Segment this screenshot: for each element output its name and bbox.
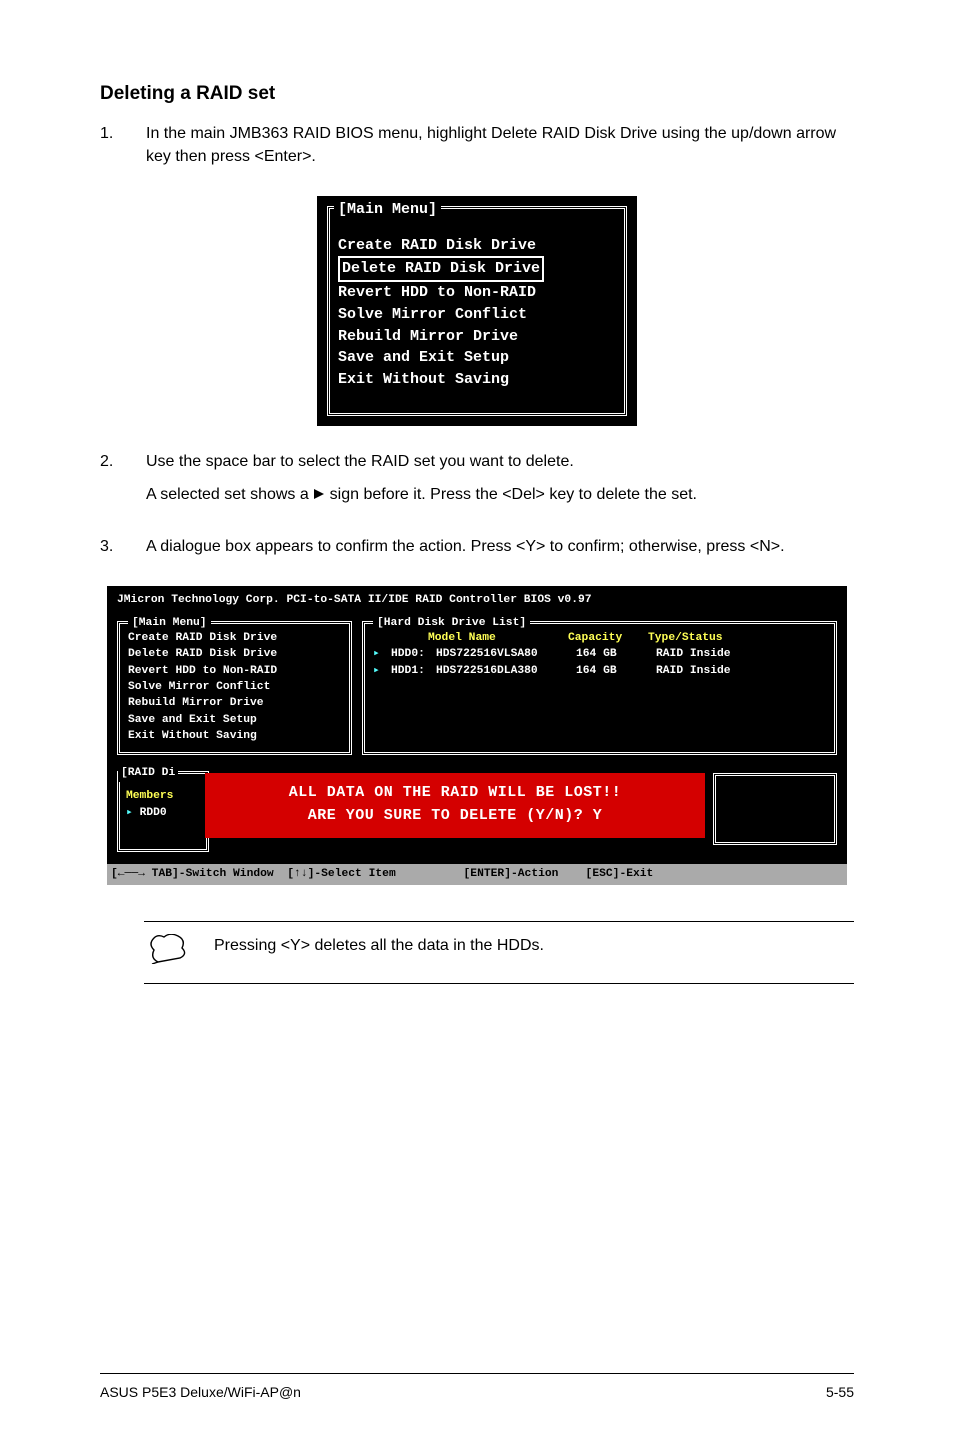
bios-menu-item: Exit Without Saving xyxy=(128,728,341,744)
note-icon xyxy=(150,934,188,971)
bios-main-menu-screenshot: [Main Menu] Create RAID Disk Drive Delet… xyxy=(317,196,637,426)
raid-members-label: Members xyxy=(126,788,200,804)
table-row: ▸ HDD1: HDS722516DLA380 164 GB RAID Insi… xyxy=(373,663,826,679)
bios-menu-item: Solve Mirror Conflict xyxy=(338,304,616,326)
table-header: Capacity xyxy=(568,630,638,646)
step-number: 1. xyxy=(100,122,120,178)
dialog-text: ARE YOU SURE TO DELETE (Y/N)? Y xyxy=(205,805,705,827)
bios-panel-title: [Main Menu] xyxy=(334,199,441,221)
bios-raid-panel: [RAID Di Members ▸ RDD0 xyxy=(117,771,209,852)
cell-dev: HDD1: xyxy=(391,663,426,679)
triangle-icon: ▸ xyxy=(373,646,381,662)
bios-menu-item: Save and Exit Setup xyxy=(338,347,616,369)
bios-menu-item: Create RAID Disk Drive xyxy=(338,235,616,257)
section-heading: Deleting a RAID set xyxy=(100,80,854,108)
bios-menu-item-selected: Delete RAID Disk Drive xyxy=(338,256,544,282)
cell-type: RAID Inside xyxy=(656,663,731,679)
cell-capacity: 164 GB xyxy=(576,646,646,662)
note-text: Pressing <Y> deletes all the data in the… xyxy=(214,934,544,957)
dialog-text: ALL DATA ON THE RAID WILL BE LOST!! xyxy=(205,782,705,804)
note-callout: Pressing <Y> deletes all the data in the… xyxy=(144,921,854,984)
cell-model: HDS722516VLSA80 xyxy=(436,646,566,662)
footer-page-number: 5-55 xyxy=(826,1382,854,1402)
bios-menu-item: Delete RAID Disk Drive xyxy=(128,646,341,662)
triangle-icon: ▸ xyxy=(373,663,381,679)
cell-type: RAID Inside xyxy=(656,646,731,662)
step-text-fragment: A selected set shows a xyxy=(146,486,313,503)
cell-model: HDS722516DLA380 xyxy=(436,663,566,679)
bios-menu-item: Revert HDD to Non-RAID xyxy=(338,282,616,304)
bios-menu-item: Create RAID Disk Drive xyxy=(128,630,341,646)
table-header: Model Name xyxy=(428,630,558,646)
footer-product: ASUS P5E3 Deluxe/WiFi-AP@n xyxy=(100,1382,301,1402)
bios-menu-item: Rebuild Mirror Drive xyxy=(338,326,616,348)
cell-capacity: 164 GB xyxy=(576,663,646,679)
bios-panel-title: [Hard Disk Drive List] xyxy=(373,615,530,631)
step-text: In the main JMB363 RAID BIOS menu, highl… xyxy=(146,122,854,168)
bios-controller-title: JMicron Technology Corp. PCI-to-SATA II/… xyxy=(117,592,837,608)
step-text: A dialogue box appears to confirm the ac… xyxy=(146,535,854,558)
bios-empty-panel xyxy=(713,773,837,845)
bios-menu-item: Exit Without Saving xyxy=(338,369,616,391)
bios-menu-item: Solve Mirror Conflict xyxy=(128,679,341,695)
step-text-fragment: sign before it. Press the <Del> key to d… xyxy=(330,486,697,503)
bios-menu-item: Revert HDD to Non-RAID xyxy=(128,663,341,679)
bios-right-panel: [Hard Disk Drive List] Model Name Capaci… xyxy=(362,621,837,756)
triangle-icon xyxy=(313,484,325,507)
bios-panel-title: [RAID Di xyxy=(118,765,178,781)
step-number: 3. xyxy=(100,535,120,568)
bios-menu-item: Save and Exit Setup xyxy=(128,712,341,728)
step-text: Use the space bar to select the RAID set… xyxy=(146,450,854,473)
table-row: ▸ HDD0: HDS722516VLSA80 164 GB RAID Insi… xyxy=(373,646,826,662)
triangle-icon: ▸ xyxy=(126,807,133,819)
bios-left-panel: [Main Menu] Create RAID Disk Drive Delet… xyxy=(117,621,352,756)
bios-confirm-dialog: ALL DATA ON THE RAID WILL BE LOST!! ARE … xyxy=(205,773,705,838)
step-text: A selected set shows a sign before it. P… xyxy=(146,483,854,507)
bios-full-screenshot: JMicron Technology Corp. PCI-to-SATA II/… xyxy=(107,586,847,884)
table-header: Type/Status xyxy=(648,630,723,646)
bios-panel-title: [Main Menu] xyxy=(128,615,211,631)
bios-footer-hints: [←──→ TAB]-Switch Window [↑↓]-Select Ite… xyxy=(107,864,847,884)
cell-dev: HDD0: xyxy=(391,646,426,662)
raid-member-name: RDD0 xyxy=(140,807,167,819)
bios-menu-item: Rebuild Mirror Drive xyxy=(128,695,341,711)
step-number: 2. xyxy=(100,450,120,517)
raid-member-row: ▸ RDD0 xyxy=(126,805,200,821)
